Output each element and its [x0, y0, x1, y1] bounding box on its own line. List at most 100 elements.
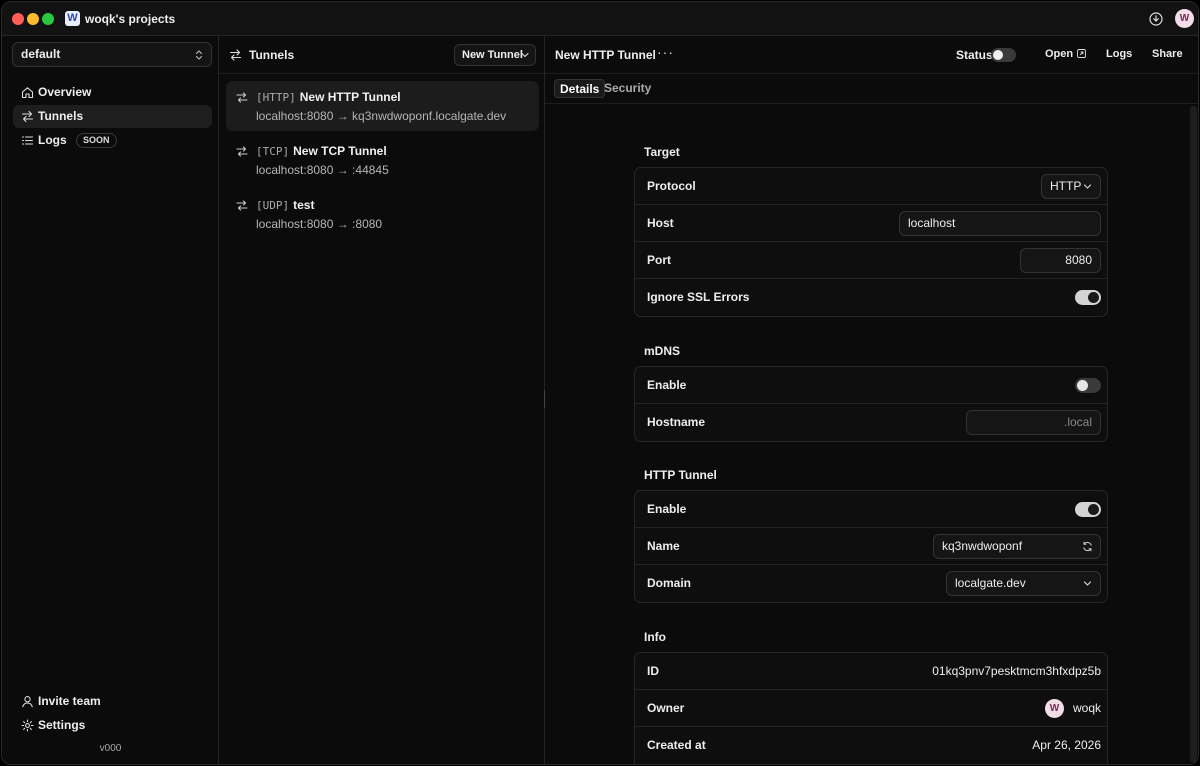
domain-value: localgate.dev	[955, 576, 1026, 590]
created-label: Created at	[647, 738, 706, 752]
id-row: ID 01kq3pnv7pesktmcm3hfxdpz5b	[635, 653, 1107, 690]
workspace-name: default	[21, 47, 61, 61]
tunnel-list-item[interactable]: [TCP] New TCP Tunnel localhost:8080 → :44…	[226, 135, 539, 185]
tunnel-name: test	[293, 198, 315, 212]
name-input[interactable]: kq3nwdwoponf	[933, 534, 1101, 559]
hostname-row: Hostname .local	[635, 404, 1107, 441]
detail-header: New HTTP Tunnel ··· Status Open Logs Sha…	[545, 36, 1198, 74]
sidebar-item-label: Logs	[38, 133, 67, 147]
created-row: Created at Apr 26, 2026	[635, 727, 1107, 764]
mdns-card: Enable Hostname .local	[634, 366, 1108, 442]
http-enable-toggle[interactable]	[1075, 502, 1101, 517]
chevron-down-icon	[1083, 184, 1092, 189]
arrows-icon	[21, 110, 34, 123]
tunnel-route: localhost:8080 → kq3nwdwoponf.localgate.…	[256, 109, 507, 123]
chevron-down-icon	[1083, 581, 1092, 586]
sidebar-item-label: Overview	[38, 85, 92, 99]
tunnel-name: New HTTP Tunnel	[299, 90, 401, 104]
host-input[interactable]: localhost	[899, 211, 1101, 236]
hostname-label: Hostname	[647, 415, 706, 429]
sidebar-item-label: Tunnels	[38, 109, 84, 123]
share-button[interactable]: Share	[1152, 48, 1183, 60]
refresh-icon[interactable]	[1082, 541, 1093, 552]
ignore-ssl-toggle[interactable]	[1075, 290, 1101, 305]
user-icon	[22, 696, 33, 708]
sidebar: default Overview Tunnels Logs SOON Invit…	[2, 36, 219, 764]
list-icon	[21, 136, 34, 145]
protocol-value: HTTP	[1050, 179, 1082, 193]
tunnel-detail-pane: New HTTP Tunnel ··· Status Open Logs Sha…	[545, 36, 1198, 764]
http-tunnel-card: Enable Name kq3nwdwoponf Domain localgat…	[634, 490, 1108, 603]
settings-label: Settings	[38, 718, 86, 732]
mdns-enable-toggle[interactable]	[1075, 378, 1101, 393]
logs-button[interactable]: Logs	[1106, 48, 1132, 60]
status-label: Status	[956, 48, 993, 62]
gear-icon	[21, 719, 34, 732]
tunnel-name: New TCP Tunnel	[293, 144, 387, 158]
tunnel-list-header: Tunnels New Tunnel	[219, 36, 544, 74]
owner-avatar: W	[1045, 699, 1064, 718]
tunnel-list-item[interactable]: [HTTP] New HTTP Tunnel localhost:8080 → k…	[226, 81, 539, 131]
domain-select[interactable]: localgate.dev	[946, 571, 1101, 596]
owner-name: woqk	[1072, 701, 1101, 715]
detail-scrollbar[interactable]	[1190, 106, 1197, 762]
name-value: kq3nwdwoponf	[942, 539, 1023, 553]
http-enable-row: Enable	[635, 491, 1107, 528]
close-window-button[interactable]	[12, 13, 24, 25]
name-label: Name	[647, 539, 680, 553]
created-value: Apr 26, 2026	[1032, 738, 1101, 752]
user-avatar[interactable]: W	[1175, 9, 1194, 28]
protocol-row: Protocol HTTP	[635, 168, 1107, 205]
tunnel-type: [HTTP] New HTTP Tunnel	[256, 90, 401, 104]
zoom-window-button[interactable]	[42, 13, 54, 25]
http-enable-label: Enable	[647, 502, 687, 516]
host-row: Host localhost	[635, 205, 1107, 242]
tunnel-route: localhost:8080 → :44845	[256, 163, 389, 177]
tab-details[interactable]: Details	[554, 79, 606, 98]
hostname-input[interactable]: .local	[966, 410, 1101, 435]
detail-tabs: Details Security	[545, 74, 1198, 104]
sidebar-item-overview[interactable]: Overview	[13, 81, 212, 104]
window-title[interactable]: woqk's projects	[85, 12, 175, 26]
app-version: v000	[99, 743, 122, 754]
target-card: Protocol HTTP Host localhost Port 8080 I…	[634, 167, 1108, 317]
domain-label: Domain	[647, 576, 692, 590]
chevron-up-down-icon	[195, 50, 203, 60]
settings-button[interactable]: Settings	[13, 714, 212, 737]
owner-label: Owner	[647, 701, 685, 715]
app-logo: W	[65, 11, 80, 26]
domain-row: Domain localgate.dev	[635, 565, 1107, 602]
arrows-icon	[236, 146, 248, 157]
minimize-window-button[interactable]	[27, 13, 39, 25]
new-tunnel-button[interactable]: New Tunnel	[454, 44, 536, 66]
section-title-http-tunnel: HTTP Tunnel	[644, 468, 717, 482]
tunnel-list-item[interactable]: [UDP] test localhost:8080 → :8080	[226, 189, 539, 239]
mdns-enable-row: Enable	[635, 367, 1107, 404]
ignore-ssl-row: Ignore SSL Errors	[635, 279, 1107, 316]
tunnel-route: localhost:8080 → :8080	[256, 217, 383, 231]
sidebar-item-tunnels[interactable]: Tunnels	[13, 105, 212, 128]
arrows-icon	[236, 200, 248, 211]
mdns-enable-label: Enable	[647, 378, 687, 392]
more-options-icon[interactable]: ···	[657, 45, 673, 61]
sidebar-item-logs[interactable]: Logs SOON	[13, 129, 212, 152]
protocol-select[interactable]: HTTP	[1041, 174, 1101, 199]
invite-team-label: Invite team	[38, 694, 101, 708]
open-button[interactable]: Open	[1045, 48, 1087, 60]
home-icon	[21, 87, 34, 99]
arrows-icon	[236, 92, 248, 103]
host-label: Host	[647, 216, 674, 230]
download-icon[interactable]	[1149, 12, 1163, 26]
status-toggle[interactable]	[991, 48, 1016, 62]
workspace-select[interactable]: default	[12, 42, 212, 67]
port-input[interactable]: 8080	[1020, 248, 1101, 273]
id-label: ID	[647, 664, 659, 678]
name-row: Name kq3nwdwoponf	[635, 528, 1107, 565]
tab-security[interactable]: Security	[599, 79, 656, 98]
info-card: ID 01kq3pnv7pesktmcm3hfxdpz5b Owner W wo…	[634, 652, 1108, 764]
invite-team-button[interactable]: Invite team	[13, 690, 212, 713]
tunnel-type: [TCP] New TCP Tunnel	[256, 144, 387, 158]
external-link-icon	[1077, 49, 1087, 58]
tunnel-list-pane: Tunnels New Tunnel [HTTP] New HTTP Tunnel…	[219, 36, 545, 764]
app-window: W woqk's projects W default Overview Tun…	[1, 1, 1199, 765]
